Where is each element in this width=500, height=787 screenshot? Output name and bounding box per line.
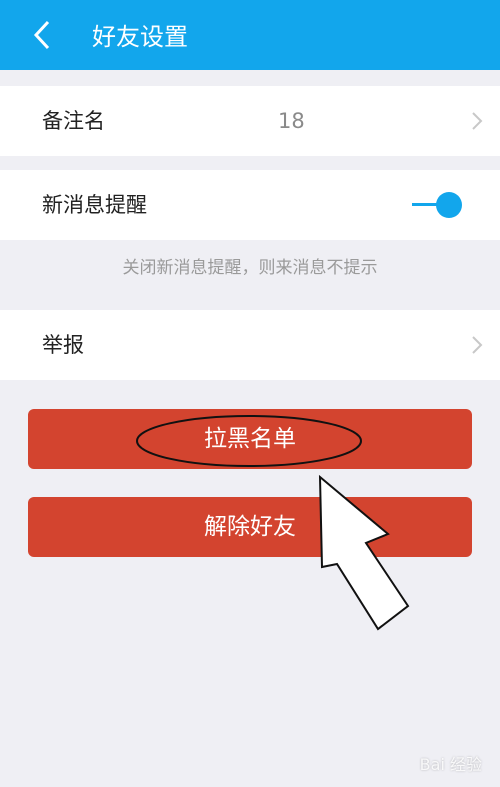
unfriend-button[interactable]: 解除好友 <box>28 497 472 557</box>
chevron-right-icon <box>472 112 483 130</box>
chevron-right-icon <box>472 336 483 354</box>
toggle-knob <box>436 192 462 218</box>
watermark-logo: Bai 经验 <box>419 755 482 774</box>
remark-value: 18 <box>278 109 305 133</box>
report-row[interactable]: 举报 <box>0 310 500 380</box>
back-arrow-icon[interactable] <box>28 18 58 52</box>
notify-hint: 关闭新消息提醒，则来消息不提示 <box>122 258 378 278</box>
notify-row: 新消息提醒 <box>0 170 500 240</box>
remark-row[interactable]: 备注名 18 <box>0 86 500 156</box>
header-bar: 好友设置 <box>0 0 500 70</box>
page-title: 好友设置 <box>92 23 188 51</box>
notify-label: 新消息提醒 <box>42 193 147 217</box>
blacklist-button[interactable]: 拉黑名单 <box>28 409 472 469</box>
notify-toggle[interactable] <box>410 191 466 219</box>
remark-label: 备注名 <box>42 109 105 133</box>
report-label: 举报 <box>42 333 84 357</box>
